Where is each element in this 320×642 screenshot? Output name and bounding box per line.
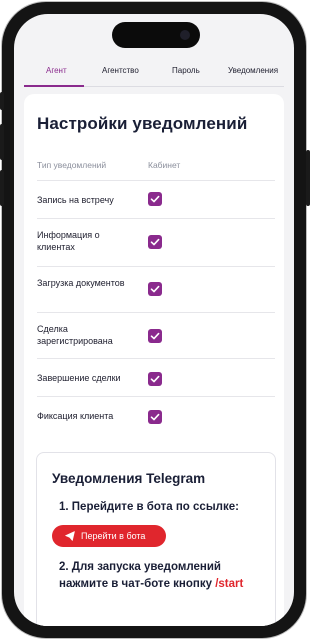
row-label: Завершение сделки	[37, 373, 121, 383]
page-title: Настройки уведомлений	[37, 114, 248, 133]
open-bot-button-label: Перейти в бота	[81, 531, 146, 541]
row-label: Фиксация клиента	[37, 411, 114, 421]
row-label: Сделка зарегистрирована	[37, 324, 113, 346]
tab-agent[interactable]: Агент	[46, 66, 67, 75]
checkbox-checked[interactable]	[148, 282, 162, 296]
dynamic-island	[112, 22, 200, 48]
power-button	[306, 150, 310, 206]
camera-icon	[180, 30, 190, 40]
row-label: Запись на встречу	[37, 195, 114, 205]
row-label: Загрузка документов	[37, 278, 125, 288]
phone-frame: Агент Агентство Пароль Уведомления Настр…	[2, 2, 306, 638]
checkmark-icon	[150, 195, 160, 203]
telegram-step-1: 1. Перейдите в бота по ссылке:	[59, 501, 239, 513]
telegram-send-icon	[65, 531, 75, 541]
telegram-step-2-text: 2. Для запуска уведомлений нажмите в чат…	[59, 561, 221, 590]
column-header-cabinet: Кабинет	[148, 160, 181, 170]
tab-password[interactable]: Пароль	[172, 66, 200, 75]
screen: Агент Агентство Пароль Уведомления Настр…	[14, 14, 294, 626]
active-tab-indicator	[24, 85, 84, 87]
row-label: Информация о клиентах	[37, 230, 100, 252]
tab-bar: Агент Агентство Пароль Уведомления	[14, 52, 294, 87]
settings-row: Фиксация клиента	[37, 396, 275, 435]
checkmark-icon	[150, 285, 160, 293]
checkmark-icon	[150, 332, 160, 340]
side-button	[0, 92, 4, 110]
checkmark-icon	[150, 238, 160, 246]
notification-settings-card: Настройки уведомлений Тип уведомлений Ка…	[24, 94, 284, 626]
settings-row: Запись на встречу	[37, 180, 275, 219]
telegram-title: Уведомления Telegram	[52, 471, 206, 486]
volume-down-button	[0, 170, 4, 206]
column-header-type: Тип уведомлений	[37, 160, 107, 170]
settings-row: Информация о клиентах	[37, 218, 275, 267]
checkbox-checked[interactable]	[148, 235, 162, 249]
start-command: /start	[215, 578, 244, 590]
checkmark-icon	[150, 413, 160, 421]
settings-row: Сделка зарегистрирована	[37, 312, 275, 359]
checkmark-icon	[150, 375, 160, 383]
settings-row: Завершение сделки	[37, 358, 275, 397]
open-bot-button[interactable]: Перейти в бота	[52, 525, 166, 547]
telegram-step-2: 2. Для запуска уведомлений нажмите в чат…	[59, 559, 265, 593]
checkbox-checked[interactable]	[148, 410, 162, 424]
checkbox-checked[interactable]	[148, 329, 162, 343]
checkbox-checked[interactable]	[148, 192, 162, 206]
checkbox-checked[interactable]	[148, 372, 162, 386]
volume-up-button	[0, 124, 4, 160]
telegram-notifications-box: Уведомления Telegram 1. Перейдите в бота…	[36, 452, 276, 626]
tab-agency[interactable]: Агентство	[102, 66, 139, 75]
tab-notifications[interactable]: Уведомления	[228, 66, 278, 75]
settings-row: Загрузка документов	[37, 266, 275, 313]
